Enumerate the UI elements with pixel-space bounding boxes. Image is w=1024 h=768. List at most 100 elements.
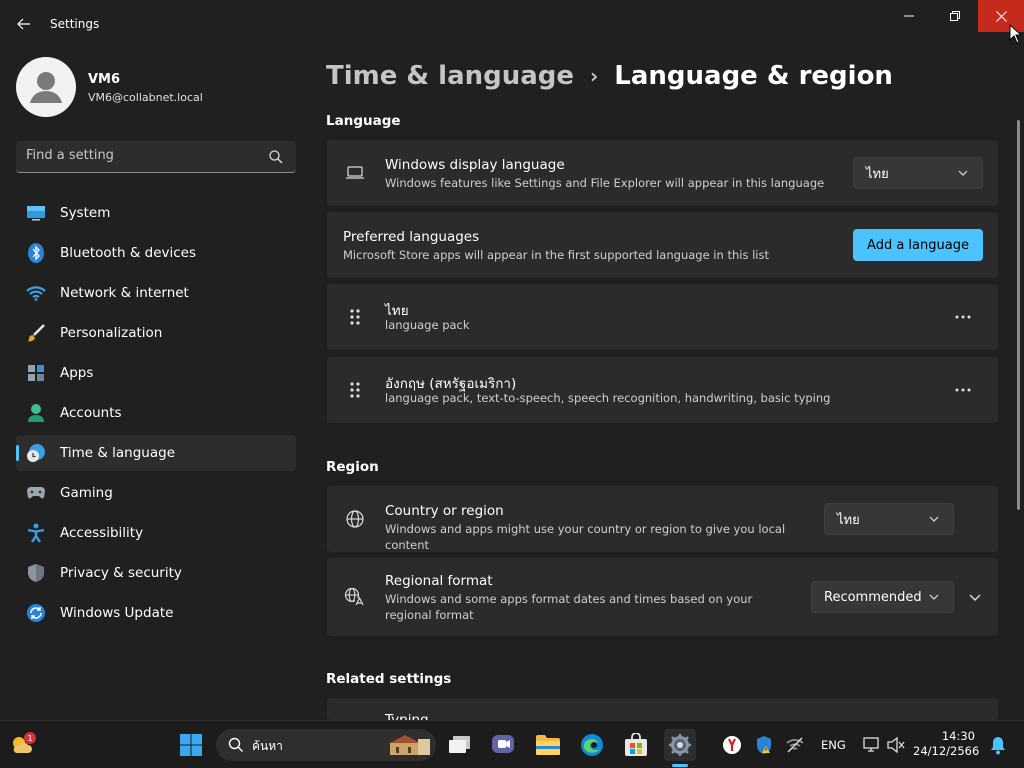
- avatar[interactable]: [16, 57, 76, 117]
- sidebar-item-windows-update[interactable]: Windows Update: [16, 595, 296, 631]
- teams-chat-button[interactable]: [487, 729, 519, 761]
- preferred-languages-card: Preferred languages Microsoft Store apps…: [327, 212, 998, 278]
- edge-browser-button[interactable]: [576, 729, 608, 761]
- folder-icon: [536, 735, 560, 755]
- display-language-description: Windows features like Settings and File …: [385, 176, 825, 190]
- file-explorer-button[interactable]: [532, 729, 564, 761]
- volume-button[interactable]: [880, 729, 912, 761]
- related-settings-heading: Related settings: [326, 671, 452, 687]
- region-section-heading: Region: [326, 459, 379, 475]
- bell-icon: [991, 737, 1005, 755]
- system-icon: [26, 203, 46, 223]
- microsoft-store-button[interactable]: [620, 729, 652, 761]
- yandex-icon: [723, 736, 741, 754]
- security-tray-button[interactable]: [748, 729, 780, 761]
- scrollbar[interactable]: [1017, 120, 1020, 510]
- restore-button[interactable]: [932, 0, 978, 32]
- sidebar-item-network[interactable]: Network & internet: [16, 275, 296, 311]
- weather-icon: 1: [13, 732, 36, 753]
- back-arrow-icon: [17, 18, 30, 30]
- network-tray-button[interactable]: [779, 729, 811, 761]
- minimize-button[interactable]: [886, 0, 932, 32]
- edge-icon: [581, 734, 603, 756]
- sidebar-item-label: Time & language: [60, 445, 176, 461]
- search-highlight-icon: [390, 735, 430, 755]
- sidebar-nav: System Bluetooth & devices Network & int…: [16, 195, 296, 635]
- minimize-icon: [904, 15, 914, 17]
- sidebar-item-label: Bluetooth & devices: [60, 245, 197, 261]
- country-region-dropdown[interactable]: ไทย: [824, 503, 954, 535]
- related-setting-label: Typing: [385, 712, 429, 720]
- accounts-icon: [26, 403, 46, 423]
- more-options-button[interactable]: [947, 301, 979, 333]
- sidebar-item-label: Privacy & security: [60, 565, 182, 581]
- user-avatar-icon: [30, 72, 62, 103]
- weather-widget[interactable]: 1: [6, 729, 38, 761]
- find-setting-input[interactable]: [26, 148, 256, 163]
- breadcrumb-parent[interactable]: Time & language: [326, 61, 574, 91]
- gamepad-icon: [26, 483, 46, 503]
- start-button[interactable]: [175, 729, 207, 761]
- bluetooth-icon: [26, 243, 46, 263]
- taskbar-clock[interactable]: 14:30 24/12/2566: [913, 729, 980, 759]
- sidebar-item-time-language[interactable]: Time & language: [16, 435, 296, 471]
- drag-handle-icon[interactable]: [347, 307, 363, 327]
- weather-badge: 1: [27, 734, 32, 743]
- more-options-button[interactable]: [947, 374, 979, 406]
- back-button[interactable]: [12, 10, 36, 38]
- breadcrumb: Time & language › Language & region: [326, 58, 893, 94]
- drag-handle-icon[interactable]: [347, 380, 363, 400]
- taskbar-search[interactable]: ค้นหา: [216, 729, 436, 761]
- sidebar-item-label: Gaming: [60, 485, 113, 501]
- related-setting-typing[interactable]: Typing: [327, 698, 998, 720]
- monitor-network-icon: [863, 737, 879, 752]
- sidebar-item-accounts[interactable]: Accounts: [16, 395, 296, 431]
- language-item[interactable]: ไทย language pack: [327, 284, 998, 350]
- settings-gear-icon: [669, 734, 691, 756]
- task-view-icon: [449, 736, 470, 753]
- clock-date: 24/12/2566: [913, 744, 980, 758]
- preferred-languages-title: Preferred languages: [343, 229, 480, 245]
- wifi-icon: [26, 283, 46, 303]
- regional-format-dropdown[interactable]: Recommended: [811, 581, 954, 613]
- input-language-indicator[interactable]: ENG: [821, 738, 846, 752]
- sidebar-item-bluetooth[interactable]: Bluetooth & devices: [16, 235, 296, 271]
- sidebar-item-personalization[interactable]: Personalization: [16, 315, 296, 351]
- language-features: language pack, text-to-speech, speech re…: [385, 391, 831, 405]
- notifications-button[interactable]: [982, 729, 1014, 761]
- country-region-description: Windows and apps might use your country …: [385, 522, 786, 552]
- user-name: VM6: [88, 72, 121, 87]
- close-icon: [995, 10, 1007, 22]
- dropdown-value: Recommended: [824, 589, 922, 605]
- task-view-button[interactable]: [444, 729, 476, 761]
- more-icon: [955, 315, 971, 319]
- globe-icon: [343, 507, 367, 531]
- display-language-title: Windows display language: [385, 157, 565, 173]
- expand-button[interactable]: [959, 581, 991, 613]
- chat-icon: [492, 735, 514, 753]
- page-title: Language & region: [614, 61, 893, 91]
- windows-logo-icon: [180, 734, 202, 756]
- brush-icon: [26, 323, 46, 343]
- chevron-down-icon: [929, 594, 939, 600]
- dropdown-value: ไทย: [837, 512, 860, 528]
- regional-format-title: Regional format: [385, 573, 493, 589]
- regional-format-card[interactable]: Regional format Windows and some apps fo…: [327, 558, 998, 636]
- title-bar: Settings: [0, 0, 1024, 48]
- find-setting-box[interactable]: [16, 141, 296, 173]
- sidebar-item-gaming[interactable]: Gaming: [16, 475, 296, 511]
- display-language-dropdown[interactable]: ไทย: [853, 157, 983, 189]
- sidebar-item-label: Windows Update: [60, 605, 174, 621]
- search-icon[interactable]: [268, 149, 284, 165]
- sidebar-item-privacy[interactable]: Privacy & security: [16, 555, 296, 591]
- display-language-card: Windows display language Windows feature…: [327, 140, 998, 206]
- sidebar-item-label: Accounts: [60, 405, 122, 421]
- yandex-browser-button[interactable]: [716, 729, 748, 761]
- settings-taskbar-button[interactable]: [664, 729, 696, 761]
- language-item[interactable]: อังกฤษ (สหรัฐอเมริกา) language pack, tex…: [327, 357, 998, 423]
- sidebar-item-system[interactable]: System: [16, 195, 296, 231]
- add-language-button[interactable]: Add a language: [853, 229, 983, 261]
- sidebar-item-accessibility[interactable]: Accessibility: [16, 515, 296, 551]
- sidebar-item-apps[interactable]: Apps: [16, 355, 296, 391]
- taskbar: 1 ค้นหา ENG 14:30 24/12/2566: [0, 720, 1024, 768]
